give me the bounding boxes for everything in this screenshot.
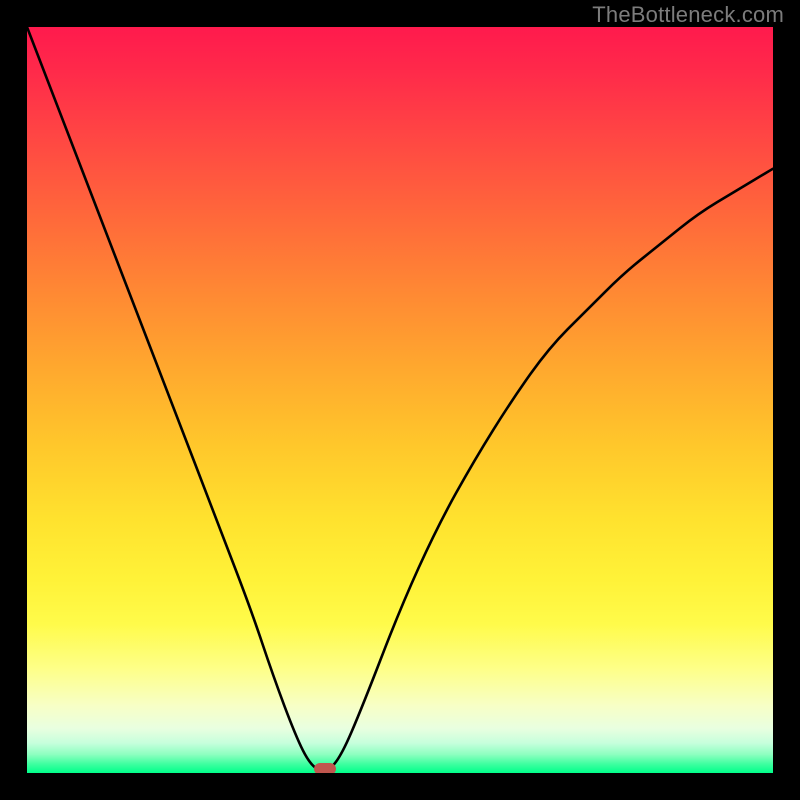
plot-area [27,27,773,773]
chart-frame: TheBottleneck.com [0,0,800,800]
watermark-text: TheBottleneck.com [592,2,784,28]
minimum-marker [314,763,336,773]
bottleneck-curve [27,27,773,773]
